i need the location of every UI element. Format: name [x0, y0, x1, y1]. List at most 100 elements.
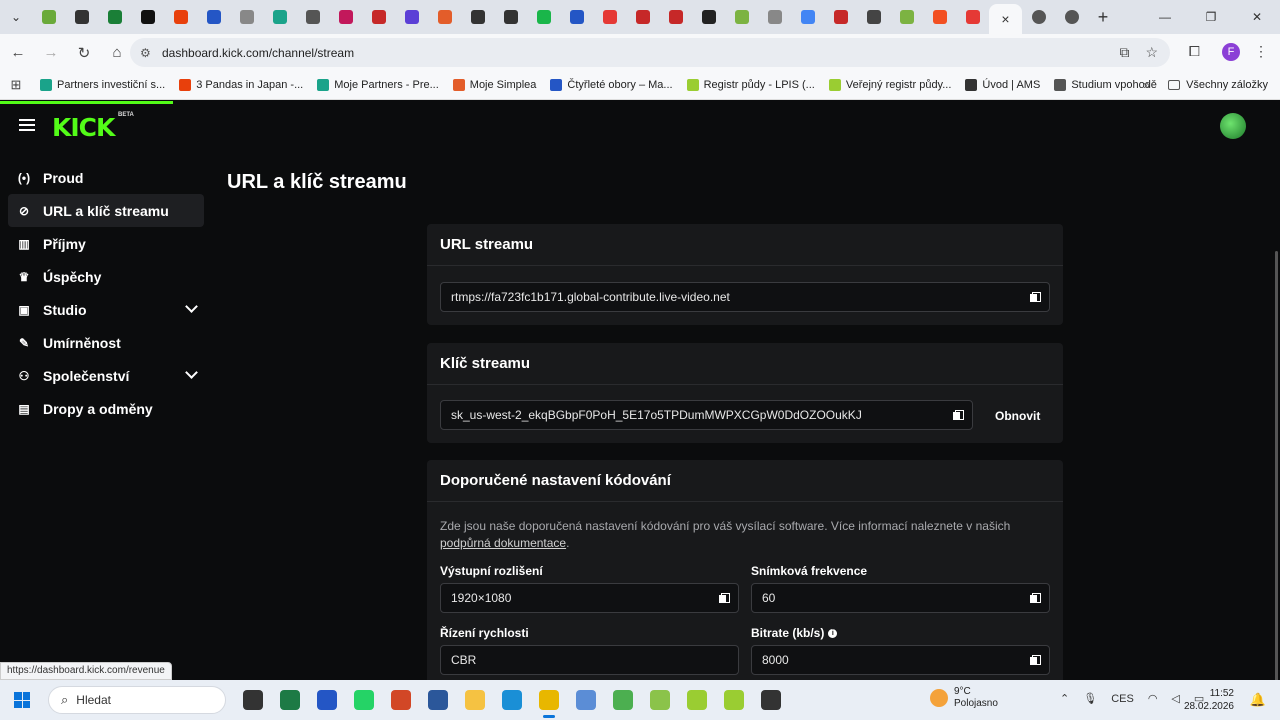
forward-button[interactable]: →	[36, 38, 66, 68]
active-tab[interactable]: ×	[989, 4, 1022, 34]
bookmark-star-icon[interactable]: ☆	[1145, 44, 1158, 61]
taskbar-app-excel[interactable]	[271, 680, 308, 720]
copy-icon[interactable]	[1030, 292, 1041, 302]
sidebar-item[interactable]: ⊘ URL a klíč streamu	[8, 194, 204, 227]
chevron-down-icon[interactable]	[185, 300, 198, 313]
taskbar-app-word[interactable]	[419, 680, 456, 720]
copy-icon[interactable]	[1030, 655, 1041, 665]
site-info-icon[interactable]: ⚙	[140, 46, 160, 60]
wifi-icon[interactable]: ◠	[1148, 692, 1158, 705]
notification-bell-icon[interactable]: 🔔	[1250, 692, 1266, 708]
taskbar-app-powerpoint[interactable]	[382, 680, 419, 720]
copy-icon[interactable]	[1030, 593, 1041, 603]
maximize-button[interactable]: ❐	[1188, 0, 1234, 34]
tab[interactable]	[494, 0, 527, 34]
tab[interactable]	[461, 0, 494, 34]
tab[interactable]	[1055, 0, 1088, 34]
bitrate-value[interactable]: 8000	[762, 653, 789, 667]
tab[interactable]	[593, 0, 626, 34]
bookmark-item[interactable]: Moje Simplea	[452, 79, 536, 91]
sidebar-item[interactable]: (•) Proud	[8, 161, 204, 194]
stream-key-value[interactable]: sk_us-west-2_ekqBGbpF0PoH_5E17o5TPDumMWP…	[451, 408, 862, 422]
tab[interactable]	[230, 0, 263, 34]
copy-icon[interactable]	[953, 410, 964, 420]
tab[interactable]	[296, 0, 329, 34]
taskbar-app-app-leaf-3[interactable]	[715, 680, 752, 720]
tab[interactable]	[65, 0, 98, 34]
framerate-value[interactable]: 60	[762, 591, 775, 605]
tab[interactable]	[758, 0, 791, 34]
clock[interactable]: 11:52 28.02.2026	[1184, 687, 1234, 713]
sidebar-item[interactable]: ▣ Studio	[8, 293, 204, 326]
sidebar-item[interactable]: ▤ Dropy a odměny	[8, 392, 204, 425]
tab[interactable]	[923, 0, 956, 34]
bookmark-item[interactable]: 3 Pandas in Japan -...	[179, 79, 303, 91]
microphone-icon[interactable]: 🎙	[1083, 692, 1097, 705]
tab[interactable]	[824, 0, 857, 34]
tab[interactable]	[659, 0, 692, 34]
rate-control-field[interactable]: CBR	[440, 645, 739, 675]
tab[interactable]	[197, 0, 230, 34]
taskbar-app-chatgpt[interactable]	[752, 680, 789, 720]
resolution-value[interactable]: 1920×1080	[451, 591, 511, 605]
taskbar-app-chrome[interactable]	[530, 680, 567, 720]
bookmark-item[interactable]: Veřejný registr půdy...	[828, 79, 951, 91]
back-button[interactable]: ←	[3, 38, 33, 68]
language-indicator[interactable]: CES	[1111, 693, 1134, 705]
taskbar-app-folder[interactable]	[456, 680, 493, 720]
more-bookmarks-icon[interactable]: »	[1143, 78, 1150, 92]
taskbar-app-szif[interactable]	[604, 680, 641, 720]
tab[interactable]	[791, 0, 824, 34]
support-docs-link[interactable]: podpůrná dokumentace	[440, 536, 566, 550]
taskbar-search[interactable]: ⌕ Hledat	[48, 686, 226, 714]
sidebar-item[interactable]: ♛ Úspěchy	[8, 260, 204, 293]
profile-avatar[interactable]: F	[1222, 43, 1240, 61]
tab[interactable]	[1022, 0, 1055, 34]
tab[interactable]	[725, 0, 758, 34]
tab-close-icon[interactable]: ×	[1001, 11, 1009, 27]
bookmark-item[interactable]: Úvod | AMS	[965, 79, 1040, 91]
tab[interactable]	[131, 0, 164, 34]
tab[interactable]	[395, 0, 428, 34]
tab[interactable]	[362, 0, 395, 34]
taskbar-app-edge[interactable]	[493, 680, 530, 720]
volume-icon[interactable]: ◁	[1171, 692, 1179, 705]
tab[interactable]	[32, 0, 65, 34]
user-avatar[interactable]	[1220, 113, 1246, 139]
stream-url-value[interactable]: rtmps://fa723fc1b171.global-contribute.l…	[451, 290, 730, 304]
browser-menu-icon[interactable]: ⋮	[1254, 43, 1268, 60]
stream-url-field[interactable]: rtmps://fa723fc1b171.global-contribute.l…	[440, 282, 1050, 312]
close-window-button[interactable]: ✕	[1234, 0, 1280, 34]
tab[interactable]	[527, 0, 560, 34]
bookmark-item[interactable]: Čtyřleté obory – Ma...	[550, 79, 673, 91]
weather-widget[interactable]: 9°C Polojasno	[930, 686, 998, 710]
tab[interactable]	[956, 0, 989, 34]
translate-icon[interactable]: ⧉	[1119, 44, 1129, 61]
minimize-button[interactable]: —	[1142, 0, 1188, 34]
bookmark-item[interactable]: Registr půdy - LPIS (...	[686, 79, 815, 91]
taskbar-app-photos[interactable]	[567, 680, 604, 720]
framerate-field[interactable]: 60	[751, 583, 1050, 613]
taskbar-app-app-leaf-1[interactable]	[641, 680, 678, 720]
new-tab-button[interactable]: +	[1088, 0, 1118, 34]
tab[interactable]	[626, 0, 659, 34]
apps-grid-icon[interactable]: ⊞	[0, 77, 32, 93]
stream-key-field[interactable]: sk_us-west-2_ekqBGbpF0PoH_5E17o5TPDumMWP…	[440, 400, 973, 430]
resolution-field[interactable]: 1920×1080	[440, 583, 739, 613]
sidebar-item[interactable]: ⚇ Společenství	[8, 359, 204, 392]
bookmark-item[interactable]: Moje Partners - Pre...	[317, 79, 439, 91]
extensions-icon[interactable]: ⧠	[1189, 43, 1200, 60]
sidebar-item[interactable]: ▥ Příjmy	[8, 227, 204, 260]
tray-overflow-icon[interactable]: ⌃	[1060, 692, 1069, 705]
tab[interactable]	[857, 0, 890, 34]
tab[interactable]	[98, 0, 131, 34]
tab[interactable]	[164, 0, 197, 34]
address-bar[interactable]: ⚙ dashboard.kick.com/channel/stream ⧉ ☆	[130, 38, 1170, 67]
all-bookmarks-button[interactable]: Všechny záložky	[1168, 79, 1268, 91]
taskbar-app-file-explorer[interactable]	[234, 680, 271, 720]
info-icon[interactable]: i	[828, 629, 838, 639]
refresh-key-button[interactable]: Obnovit	[995, 409, 1040, 423]
tab[interactable]	[329, 0, 362, 34]
page-scrollbar[interactable]	[1275, 251, 1278, 680]
sidebar-item[interactable]: ✎ Umírněnost	[8, 326, 204, 359]
